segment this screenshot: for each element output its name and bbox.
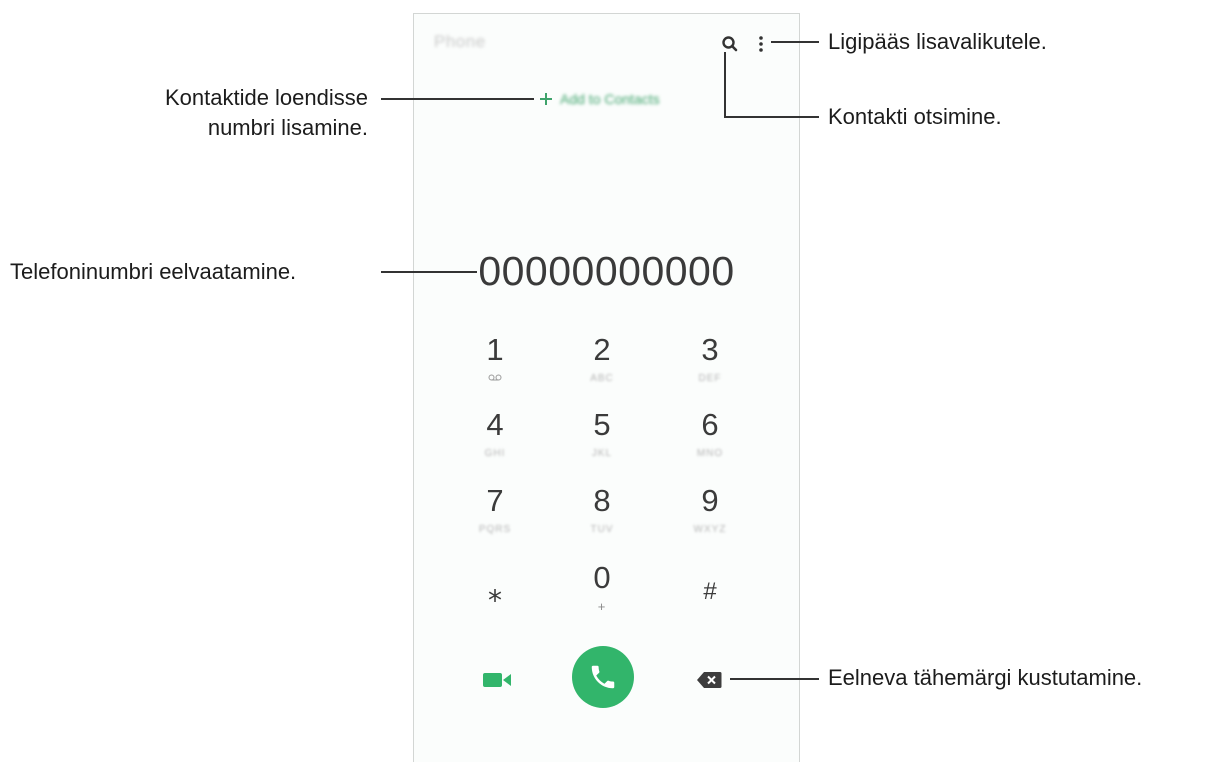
key-2[interactable]: 2 ABC bbox=[557, 332, 647, 396]
key-digit: 3 bbox=[701, 332, 719, 367]
leader-line-more bbox=[771, 41, 819, 43]
add-to-contacts-label: Add to Contacts bbox=[560, 91, 660, 107]
key-4[interactable]: 4 GHI bbox=[450, 407, 540, 471]
call-button[interactable] bbox=[572, 646, 634, 708]
key-8[interactable]: 8 TUV bbox=[557, 483, 647, 547]
key-letters: PQRS bbox=[478, 524, 512, 535]
key-hash[interactable]: # bbox=[665, 574, 755, 638]
annotation-add-contact-line1: Kontaktide loendisse bbox=[164, 85, 368, 110]
annotation-delete-char: Eelneva tähemärgi kustutamine. bbox=[828, 665, 1143, 690]
annotation-more-options: Ligipääs lisavalikutele. bbox=[828, 29, 1047, 54]
key-digit: ⁎ bbox=[488, 576, 502, 607]
annotation-add-contact: Kontaktide loendisse numbri lisamine. bbox=[60, 83, 368, 143]
key-letters: WXYZ bbox=[693, 524, 727, 535]
key-digit: # bbox=[703, 578, 717, 605]
voicemail-icon bbox=[488, 374, 502, 381]
key-digit: 6 bbox=[701, 407, 719, 442]
key-1[interactable]: 1 bbox=[450, 332, 540, 396]
leader-line-add-contact bbox=[381, 98, 534, 100]
key-5[interactable]: 5 JKL bbox=[557, 407, 647, 471]
search-icon[interactable] bbox=[720, 34, 740, 54]
add-to-contacts-button[interactable]: Add to Contacts bbox=[538, 89, 660, 109]
key-digit: 2 bbox=[593, 332, 611, 367]
key-0[interactable]: 0 + bbox=[557, 560, 647, 624]
key-letters: DEF bbox=[698, 373, 722, 384]
key-letters: ABC bbox=[590, 373, 614, 384]
key-letters: MNO bbox=[696, 448, 724, 459]
key-7[interactable]: 7 PQRS bbox=[450, 483, 540, 547]
leader-line-delete bbox=[730, 678, 819, 680]
key-digit: 9 bbox=[701, 483, 719, 518]
key-digit: 4 bbox=[486, 407, 504, 442]
key-digit: 0 bbox=[593, 560, 611, 595]
phone-call-icon bbox=[591, 665, 615, 689]
leader-line-number bbox=[381, 271, 477, 273]
leader-line-search bbox=[724, 116, 819, 118]
key-letters: GHI bbox=[484, 448, 506, 459]
key-digit: 5 bbox=[593, 407, 611, 442]
video-call-icon[interactable] bbox=[482, 670, 512, 690]
backspace-icon[interactable] bbox=[696, 671, 722, 689]
key-3[interactable]: 3 DEF bbox=[665, 332, 755, 396]
annotation-number-preview: Telefoninumbri eelvaatamine. bbox=[10, 259, 297, 284]
key-6[interactable]: 6 MNO bbox=[665, 407, 755, 471]
app-title: Phone bbox=[434, 32, 486, 51]
phone-screen: Phone Add to Contacts 00000000000 1 2 AB… bbox=[413, 13, 800, 762]
key-letters: JKL bbox=[591, 448, 613, 459]
annotation-search-contact: Kontakti otsimine. bbox=[828, 104, 1002, 129]
key-plus: + bbox=[597, 599, 607, 614]
key-digit: 1 bbox=[486, 332, 504, 367]
more-options-icon[interactable] bbox=[756, 34, 766, 54]
annotation-add-contact-line2: numbri lisamine. bbox=[207, 115, 368, 140]
key-letters: TUV bbox=[590, 524, 614, 535]
key-star[interactable]: ⁎ bbox=[450, 574, 540, 638]
leader-line-search-vertical bbox=[724, 52, 726, 117]
key-digit: 8 bbox=[593, 483, 611, 518]
key-digit: 7 bbox=[486, 483, 504, 518]
plus-icon bbox=[540, 93, 552, 105]
key-9[interactable]: 9 WXYZ bbox=[665, 483, 755, 547]
